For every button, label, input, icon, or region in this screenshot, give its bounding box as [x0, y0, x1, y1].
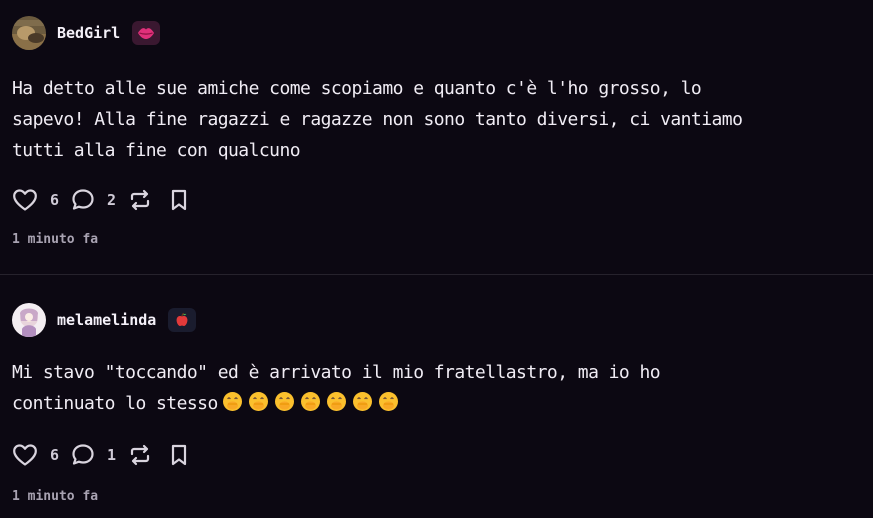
post-header: melamelinda — [12, 303, 865, 337]
face-with-hand-over-mouth-icon — [248, 392, 268, 411]
bookmark-icon — [171, 189, 187, 211]
avatar[interactable] — [12, 16, 46, 50]
comment-count: 1 — [107, 446, 117, 464]
repost-button[interactable] — [128, 443, 152, 467]
repost-icon — [130, 189, 150, 211]
like-count: 6 — [50, 446, 60, 464]
bookmark-button[interactable] — [168, 443, 190, 467]
username[interactable]: BedGirl — [57, 24, 120, 42]
comment-button[interactable]: 1 — [71, 443, 128, 467]
post-actions: 6 1 — [12, 441, 865, 469]
username[interactable]: melamelinda — [57, 311, 156, 329]
like-button[interactable]: 6 — [12, 443, 71, 467]
post-card: melamelinda Mi stavo "toccando" ed è arr… — [0, 275, 873, 518]
face-with-hand-over-mouth-icon — [300, 392, 320, 411]
post-timestamp: 1 minuto fa — [12, 232, 99, 247]
bookmark-button[interactable] — [168, 188, 190, 212]
post-actions: 6 2 — [12, 186, 865, 214]
repost-button[interactable] — [128, 188, 152, 212]
post-text: Ha detto alle sue amiche come scopiamo e… — [12, 78, 743, 161]
face-with-hand-over-mouth-icon — [326, 392, 346, 411]
kiss-lips-icon — [132, 21, 161, 45]
heart-icon — [13, 444, 37, 466]
repost-icon — [130, 444, 150, 466]
comment-count: 2 — [107, 191, 117, 209]
face-with-hand-over-mouth-emoji-row — [222, 391, 399, 412]
post-card: BedGirl Ha detto alle sue amiche come sc… — [0, 0, 873, 275]
post-text: Mi stavo "toccando" ed è arrivato il mio… — [12, 357, 865, 419]
heart-icon — [13, 189, 37, 211]
face-with-hand-over-mouth-icon — [352, 392, 372, 411]
comment-button[interactable]: 2 — [71, 188, 128, 212]
comment-bubble-icon — [72, 444, 94, 465]
face-with-hand-over-mouth-icon — [274, 392, 294, 411]
post-timestamp: 1 minuto fa — [12, 489, 99, 504]
comment-bubble-icon — [72, 189, 94, 210]
face-with-hand-over-mouth-icon — [378, 392, 398, 411]
face-with-hand-over-mouth-icon — [222, 392, 242, 411]
post-header: BedGirl — [12, 16, 865, 50]
avatar[interactable] — [12, 303, 46, 337]
bookmark-icon — [171, 444, 187, 466]
apple-icon — [168, 308, 197, 332]
like-button[interactable]: 6 — [12, 188, 71, 212]
like-count: 6 — [50, 191, 60, 209]
